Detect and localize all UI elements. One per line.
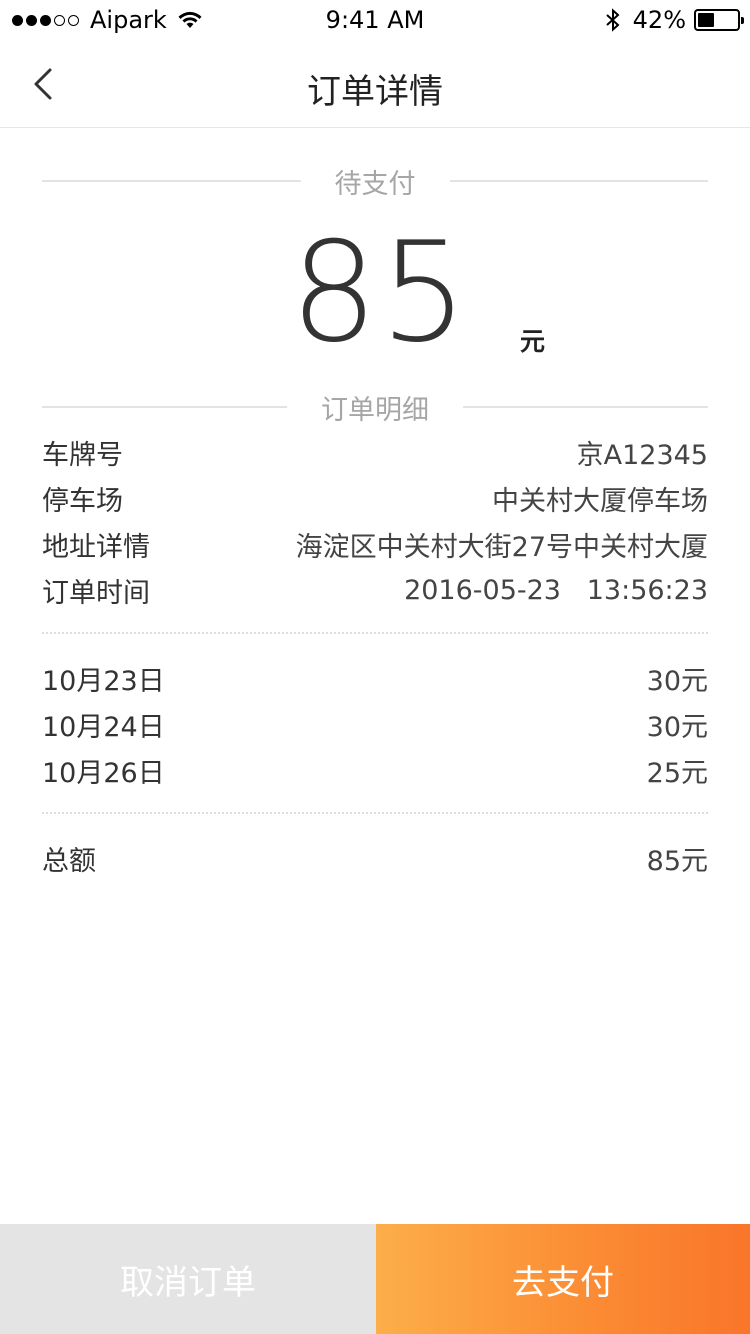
bottom-action-bar: 取消订单 去支付 [0,1224,750,1334]
status-bar: Aipark 9:41 AM 42% [0,0,750,40]
order-info-list: 车牌号 京A12345 停车场 中关村大厦停车场 地址详情 海淀区中关村大街27… [42,429,708,613]
row-label: 车牌号 [42,439,123,471]
daily-fee-list: 10月23日 30元 10月24日 30元 10月26日 25元 [42,655,708,793]
battery-icon [694,9,744,31]
total-value: 85元 [646,845,708,877]
amount-unit: 元 [520,327,546,356]
battery-fill [698,13,714,27]
row-label: 地址详情 [42,531,150,563]
dotted-divider [42,812,708,814]
order-status-label: 待支付 [334,168,416,200]
order-detail-screen: Aipark 9:41 AM 42% 订单详情 待支付 85 元 订单明细 车牌… [0,0,750,1334]
order-status-header: 待支付 [42,161,708,201]
bluetooth-icon [605,8,620,32]
fee-date: 10月26日 [42,757,165,789]
daily-fee-row: 10月26日 25元 [42,747,708,793]
total-row: 总额 85元 [42,835,708,881]
address-row: 地址详情 海淀区中关村大街27号中关村大厦 [42,521,708,567]
order-detail-header: 订单明细 [42,387,708,427]
divider-line [42,406,287,408]
fee-amount: 30元 [646,711,708,743]
total-label: 总额 [42,845,96,877]
row-value: 2016-05-23 13:56:23 [404,574,708,606]
row-label: 停车场 [42,485,123,517]
order-detail-label: 订单明细 [321,394,429,426]
row-label: 订单时间 [42,577,150,609]
row-value: 海淀区中关村大街27号中关村大厦 [295,531,708,563]
pay-button[interactable]: 去支付 [376,1224,750,1334]
parking-lot-row: 停车场 中关村大厦停车场 [42,475,708,521]
total-section: 总额 85元 [42,835,708,881]
daily-fee-row: 10月23日 30元 [42,655,708,701]
plate-number-row: 车牌号 京A12345 [42,429,708,475]
fee-date: 10月23日 [42,665,165,697]
cancel-order-button[interactable]: 取消订单 [0,1224,376,1334]
status-right: 42% [605,6,744,34]
order-time-row: 订单时间 2016-05-23 13:56:23 [42,567,708,613]
navigation-bar: 订单详情 [0,40,750,128]
row-value: 京A12345 [576,439,708,471]
page-title: 订单详情 [307,72,443,112]
amount-display: 85 元 [0,218,750,368]
daily-fee-row: 10月24日 30元 [42,701,708,747]
fee-amount: 30元 [646,665,708,697]
fee-date: 10月24日 [42,711,165,743]
dotted-divider [42,632,708,634]
divider-line [42,180,301,182]
amount-value: 85 [290,212,470,373]
battery-percent: 42% [632,6,686,34]
fee-amount: 25元 [646,757,708,789]
row-value: 中关村大厦停车场 [492,485,708,517]
divider-line [463,406,708,408]
divider-line [449,180,708,182]
